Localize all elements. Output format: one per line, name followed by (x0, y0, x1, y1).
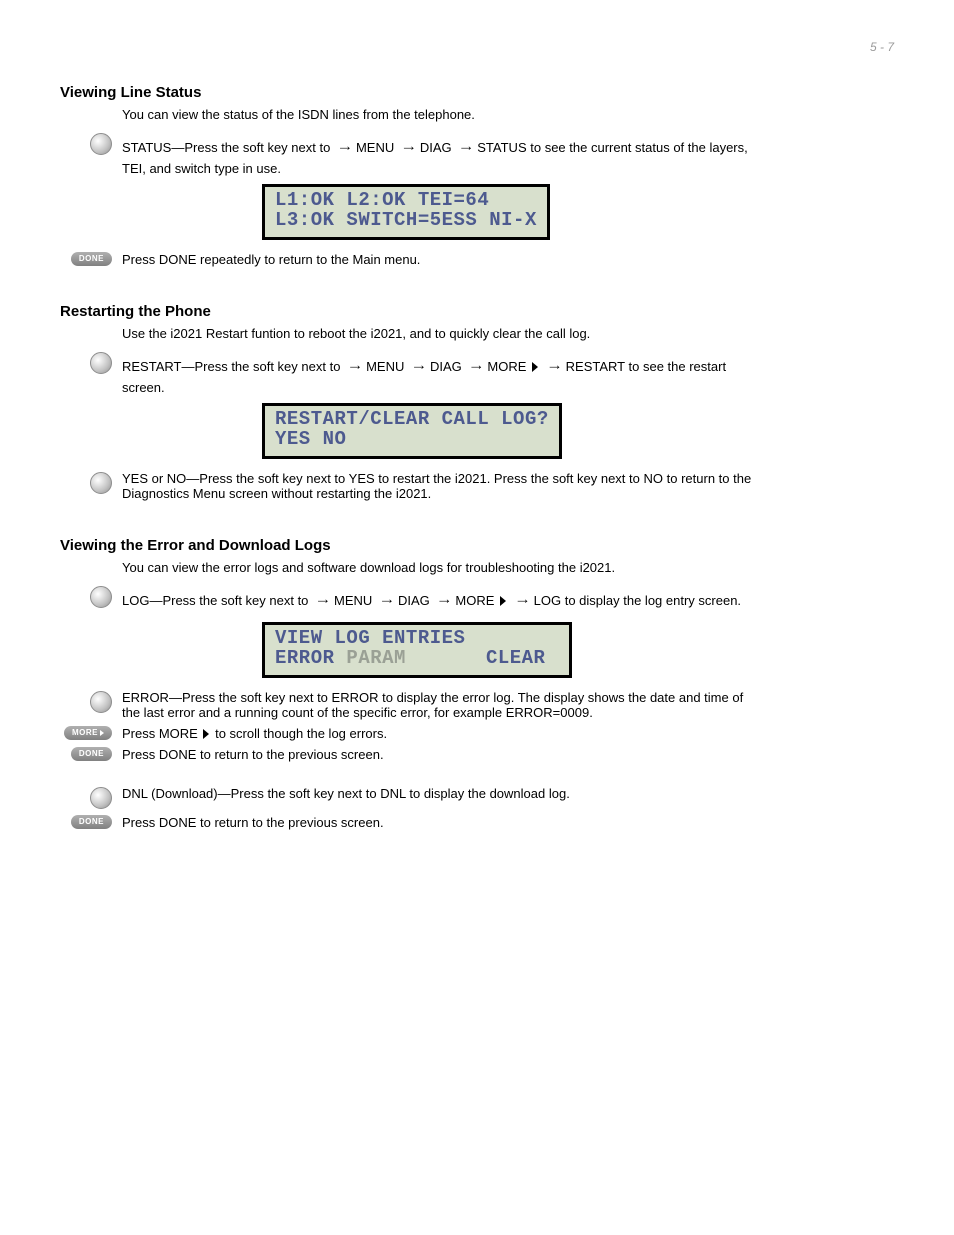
arrow-right-icon: → (376, 585, 398, 614)
lcd-restart: RESTART/CLEAR CALL LOG? YES NO (262, 403, 562, 459)
softkey-circle-icon (90, 691, 112, 713)
restart-step2: YES or NO—Press the soft key next to YES… (122, 471, 762, 501)
arrow-right-icon: → (344, 351, 366, 380)
section-title-line-status: Viewing Line Status (60, 84, 894, 101)
line-status-intro: You can view the status of the ISDN line… (122, 107, 762, 122)
dnl-done1: Press DONE to return to the previous scr… (122, 815, 762, 830)
lcd-line-status: L1:OK L2:OK TEI=64 L3:OK SWITCH=5ESS NI-… (262, 184, 550, 240)
restart-intro: Use the i2021 Restart funtion to reboot … (122, 326, 762, 341)
log-done1: Press DONE to return to the previous scr… (122, 747, 762, 762)
line-status-step1: STATUS—Press the soft key next to →MENU … (122, 132, 762, 176)
softkey-circle-icon (90, 133, 112, 155)
arrow-right-icon: → (465, 351, 487, 380)
section-title-restart: Restarting the Phone (60, 303, 894, 320)
arrow-right-icon: → (433, 585, 455, 614)
dnl-step1: DNL (Download)—Press the soft key next t… (122, 786, 762, 801)
done-button-icon: DONE (71, 747, 112, 761)
log-step1: LOG—Press the soft key next to →MENU →DI… (122, 585, 762, 614)
arrow-right-icon: → (544, 351, 566, 380)
arrow-right-icon: → (398, 132, 420, 161)
restart-step1: RESTART—Press the soft key next to →MENU… (122, 351, 762, 395)
more-triangle-icon (500, 596, 506, 606)
section-title-log: Viewing the Error and Download Logs (60, 537, 894, 554)
softkey-circle-icon (90, 352, 112, 374)
page-number: 5 - 7 (60, 40, 894, 54)
softkey-circle-icon (90, 586, 112, 608)
arrow-right-icon: → (455, 132, 477, 161)
softkey-circle-icon (90, 787, 112, 809)
arrow-right-icon: → (334, 132, 356, 161)
done-button-icon: DONE (71, 815, 112, 829)
done-button-icon: DONE (71, 252, 112, 266)
log-more: Press MORE to scroll though the log erro… (122, 726, 762, 741)
more-button-icon: MORE (64, 726, 112, 740)
log-intro: You can view the error logs and software… (122, 560, 762, 575)
lcd-log: VIEW LOG ENTRIES ERROR PARAMCLEAR (262, 622, 572, 678)
arrow-right-icon: → (408, 351, 430, 380)
log-step2: ERROR—Press the soft key next to ERROR t… (122, 690, 762, 720)
arrow-right-icon: → (512, 585, 534, 614)
more-triangle-icon (532, 362, 538, 372)
more-triangle-icon (203, 729, 209, 739)
softkey-circle-icon (90, 472, 112, 494)
arrow-right-icon: → (312, 585, 334, 614)
line-status-done: Press DONE repeatedly to return to the M… (122, 252, 762, 267)
